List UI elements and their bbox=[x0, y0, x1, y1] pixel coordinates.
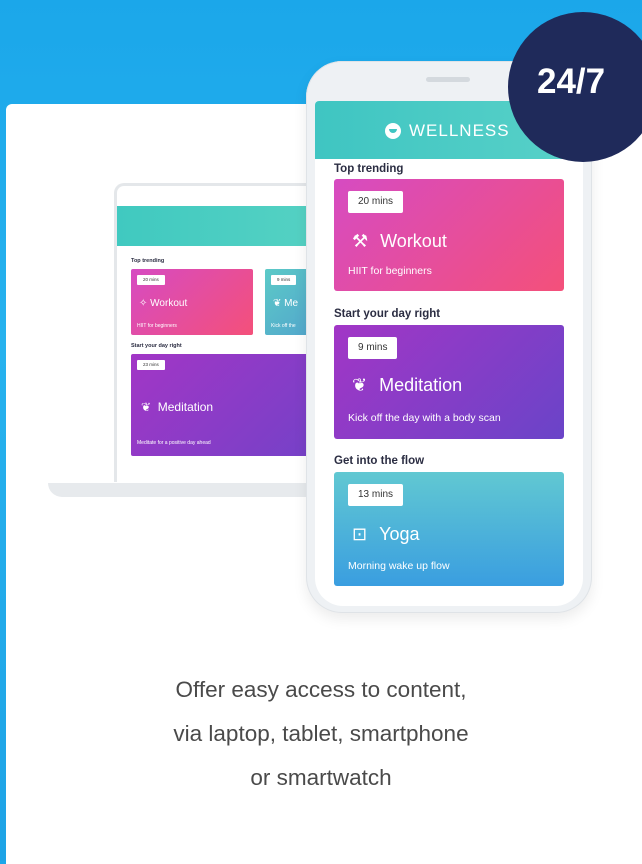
dumbbell-icon: ⚒ bbox=[352, 231, 369, 251]
meditation-card[interactable]: 9 mins ❦ Meditation Kick off the day wit… bbox=[334, 325, 564, 439]
duration-badge: 9 mins bbox=[348, 337, 398, 359]
caption: Offer easy access to content, via laptop… bbox=[0, 668, 642, 800]
card-subtitle: Kick off the bbox=[271, 323, 296, 329]
card-title: ⚒ Workout bbox=[352, 231, 447, 251]
duration-badge: 20 mins bbox=[348, 191, 404, 213]
card-subtitle: Kick off the day with a body scan bbox=[348, 412, 501, 424]
lotus-icon: ❦ bbox=[352, 375, 368, 395]
lotus-icon: ❦ bbox=[141, 400, 152, 414]
dumbbell-icon: ✧ bbox=[139, 298, 148, 309]
caption-line: via laptop, tablet, smartphone bbox=[173, 721, 469, 746]
card-subtitle: HIIT for beginners bbox=[348, 265, 432, 277]
phone-speaker bbox=[426, 77, 470, 82]
card-title: ❦ Meditation bbox=[352, 375, 463, 395]
badge-text: 24/7 bbox=[537, 62, 606, 101]
card-subtitle: Morning wake up flow bbox=[348, 560, 450, 572]
lotus-icon: ❦ bbox=[273, 298, 282, 309]
yoga-mat-icon: ⊡ bbox=[352, 524, 368, 544]
card-title: ❦ Me bbox=[273, 298, 299, 309]
caption-line: or smartwatch bbox=[250, 765, 392, 790]
card-title: ⊡ Yoga bbox=[352, 524, 420, 544]
card-subtitle: Meditate for a positive day ahead bbox=[137, 440, 211, 446]
section-label: Top trending bbox=[334, 163, 404, 175]
card-title: ✧ Workout bbox=[139, 298, 188, 309]
brand-name: WELLNESS bbox=[409, 121, 510, 140]
caption-line: Offer easy access to content, bbox=[175, 677, 467, 702]
smile-logo-icon bbox=[385, 123, 401, 139]
duration-badge: 9 mins bbox=[271, 275, 297, 285]
yoga-card[interactable]: 13 mins ⊡ Yoga Morning wake up flow bbox=[334, 472, 564, 586]
laptop-workout-card[interactable]: 20 mins ✧ Workout HIIT for beginners bbox=[131, 269, 253, 335]
brand-logo: WELLNESS bbox=[385, 121, 510, 141]
duration-badge: 13 mins bbox=[348, 484, 404, 506]
workout-card[interactable]: 20 mins ⚒ Workout HIIT for beginners bbox=[334, 179, 564, 291]
phone-screen: WELLNESS Top trending 20 mins ⚒ Workout … bbox=[315, 101, 583, 606]
duration-badge: 20 mins bbox=[137, 275, 165, 285]
section-label: Start your day right bbox=[334, 308, 441, 320]
duration-badge: 23 mins bbox=[137, 360, 165, 370]
card-title: ❦ Meditation bbox=[141, 400, 214, 414]
section-label: Get into the flow bbox=[334, 455, 425, 467]
laptop-section-label: Top trending bbox=[131, 258, 165, 264]
card-subtitle: HIIT for beginners bbox=[137, 323, 177, 329]
laptop-section-label: Start your day right bbox=[131, 343, 182, 349]
